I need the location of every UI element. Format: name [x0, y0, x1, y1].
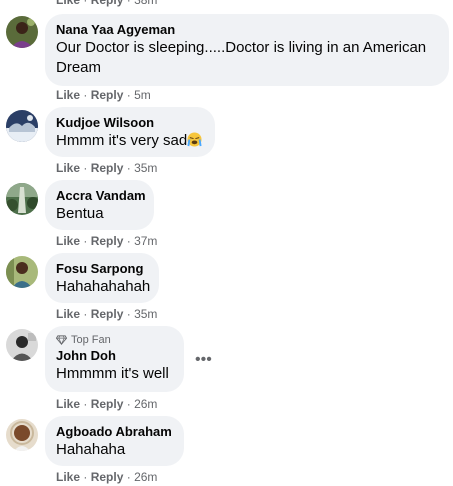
separator: · — [83, 234, 88, 248]
comment-text: Bentua — [56, 205, 104, 222]
top-fan-badge[interactable]: Top Fan — [56, 333, 172, 347]
comment-bubble: Top Fan John Doh Hmmmm it's well — [45, 326, 184, 392]
comment-text-content: Hmmm it's very sad — [56, 132, 188, 149]
separator: · — [83, 397, 88, 411]
comment-actions: Like · Reply · 37m — [56, 234, 157, 248]
comment-timestamp[interactable]: 26m — [134, 397, 157, 411]
like-button[interactable]: Like — [56, 234, 80, 248]
reply-button[interactable]: Reply — [91, 161, 124, 175]
diamond-icon — [56, 335, 67, 345]
reply-button[interactable]: Reply — [91, 397, 124, 411]
more-options-button[interactable]: ••• — [195, 352, 212, 368]
like-button[interactable]: Like — [56, 470, 80, 484]
comment-actions: Like · Reply · 35m — [56, 307, 157, 321]
comment-timestamp[interactable]: 38m — [134, 0, 157, 7]
comment-actions: Like · Reply · 35m — [56, 161, 157, 175]
separator: · — [83, 0, 88, 7]
comment-actions-truncated: Like · Reply · 38m — [56, 0, 157, 7]
reply-button[interactable]: Reply — [91, 470, 124, 484]
separator: · — [83, 161, 88, 175]
comment-bubble: Agboado Abraham Hahahaha — [45, 416, 184, 466]
badge-label: Top Fan — [71, 334, 111, 346]
comment-text: Hahahaha — [56, 441, 126, 458]
comment-text: Hahahahahah — [56, 278, 151, 295]
like-button[interactable]: Like — [56, 88, 80, 102]
comment-author[interactable]: Agboado Abraham — [56, 424, 172, 440]
avatar[interactable] — [6, 183, 38, 215]
crying-face-emoji-icon — [187, 132, 202, 147]
reply-button[interactable]: Reply — [91, 0, 124, 7]
avatar[interactable] — [6, 110, 38, 142]
comment-bubble: Accra Vandam Bentua — [45, 180, 154, 230]
like-button[interactable]: Like — [56, 307, 80, 321]
separator: · — [126, 234, 131, 248]
comment-author[interactable]: John Doh — [56, 348, 172, 364]
comment-text: Our Doctor is sleeping.....Doctor is liv… — [56, 39, 427, 76]
avatar[interactable] — [6, 329, 38, 361]
like-button[interactable]: Like — [56, 0, 80, 7]
comment-author[interactable]: Kudjoe Wilsoon — [56, 115, 203, 131]
comment-actions: Like · Reply · 26m — [56, 397, 157, 411]
separator: · — [83, 470, 88, 484]
separator: · — [126, 88, 131, 102]
separator: · — [126, 470, 131, 484]
comment-author[interactable]: Nana Yaa Agyeman — [56, 22, 437, 38]
comment-timestamp[interactable]: 35m — [134, 307, 157, 321]
comment-author[interactable]: Fosu Sarpong — [56, 261, 147, 277]
separator: · — [126, 0, 131, 7]
comment-timestamp[interactable]: 35m — [134, 161, 157, 175]
comment-timestamp[interactable]: 37m — [134, 234, 157, 248]
separator: · — [83, 307, 88, 321]
like-button[interactable]: Like — [56, 397, 80, 411]
avatar[interactable] — [6, 419, 38, 451]
reply-button[interactable]: Reply — [91, 307, 124, 321]
comment-bubble: Kudjoe Wilsoon Hmmm it's very sad — [45, 107, 215, 157]
comment-actions: Like · Reply · 26m — [56, 470, 157, 484]
separator: · — [126, 397, 131, 411]
separator: · — [83, 88, 88, 102]
separator: · — [126, 307, 131, 321]
comment-actions: Like · Reply · 5m — [56, 88, 151, 102]
comment-author[interactable]: Accra Vandam — [56, 188, 146, 204]
avatar[interactable] — [6, 16, 38, 48]
comment-text: Hmmmm it's well — [56, 365, 169, 382]
avatar[interactable] — [6, 256, 38, 288]
reply-button[interactable]: Reply — [91, 234, 124, 248]
separator: · — [126, 161, 131, 175]
like-button[interactable]: Like — [56, 161, 80, 175]
comment-timestamp[interactable]: 26m — [134, 470, 157, 484]
comment-bubble: Fosu Sarpong Hahahahahah — [45, 253, 159, 303]
reply-button[interactable]: Reply — [91, 88, 124, 102]
comment-bubble: Nana Yaa Agyeman Our Doctor is sleeping.… — [45, 14, 449, 86]
comment-text: Hmmm it's very sad — [56, 131, 203, 151]
comment-timestamp[interactable]: 5m — [134, 88, 151, 102]
